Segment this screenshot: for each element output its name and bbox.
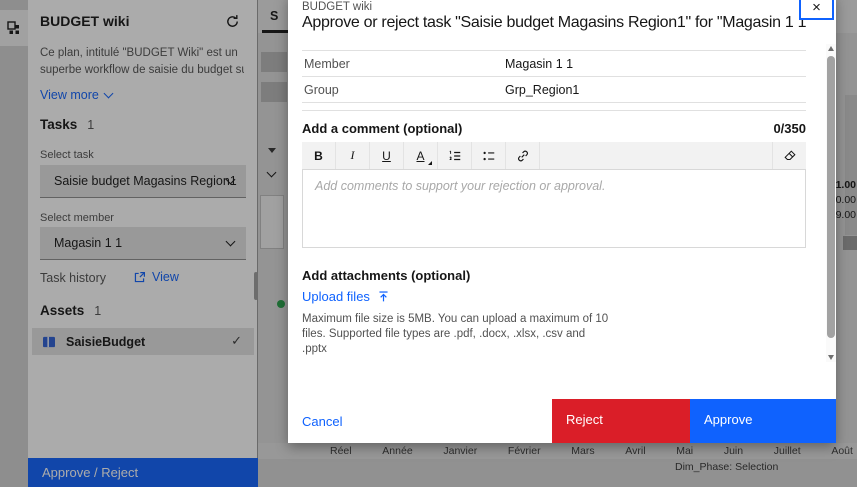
modal-footer: Cancel Reject Approve [288, 399, 836, 443]
attachments-heading: Add attachments (optional) [302, 268, 470, 283]
approve-button[interactable]: Approve [690, 399, 836, 443]
ordered-list-icon [448, 149, 462, 163]
comment-section-header: Add a comment (optional) 0/350 [302, 121, 806, 136]
modal-title: Approve or reject task "Saisie budget Ma… [302, 14, 807, 32]
richtext-toolbar: B I U A [302, 142, 806, 169]
approve-reject-modal: BUDGET wiki Approve or reject task "Sais… [288, 0, 836, 443]
dropdown-corner-icon [428, 161, 432, 165]
list-divider [302, 103, 806, 111]
task-detail-list: Member Magasin 1 1 Group Grp_Region1 [302, 50, 806, 111]
clear-formatting-icon [783, 149, 797, 163]
close-icon: × [812, 0, 821, 15]
comment-heading: Add a comment (optional) [302, 121, 462, 136]
scrollbar-thumb[interactable] [827, 56, 835, 338]
text-color-button[interactable]: A [404, 142, 438, 169]
scroll-up-arrow-icon[interactable] [828, 46, 834, 51]
cancel-link[interactable]: Cancel [288, 399, 342, 443]
group-value: Grp_Region1 [505, 83, 579, 97]
underline-button[interactable]: U [370, 142, 404, 169]
member-row: Member Magasin 1 1 [302, 51, 806, 77]
member-value: Magasin 1 1 [505, 57, 573, 71]
ordered-list-button[interactable] [438, 142, 472, 169]
group-label: Group [302, 83, 505, 97]
group-row: Group Grp_Region1 [302, 77, 806, 103]
char-counter: 0/350 [773, 121, 806, 136]
bullet-list-button[interactable] [472, 142, 506, 169]
scroll-down-arrow-icon[interactable] [828, 355, 834, 360]
modal-scrollbar[interactable] [826, 44, 836, 362]
bold-button[interactable]: B [302, 142, 336, 169]
upload-helper-text: Maximum file size is 5MB. You can upload… [302, 312, 642, 357]
close-button[interactable]: × [799, 0, 834, 20]
reject-button[interactable]: Reject [552, 399, 690, 443]
clear-formatting-button[interactable] [772, 142, 806, 169]
modal-context-label: BUDGET wiki [302, 1, 372, 13]
comment-input[interactable] [302, 169, 806, 248]
upload-files-link[interactable]: Upload files [302, 289, 390, 304]
member-label: Member [302, 57, 505, 71]
italic-button[interactable]: I [336, 142, 370, 169]
app-root: BUDGET wiki Ce plan, intitulé "BUDGET Wi… [0, 0, 857, 487]
upload-icon [377, 290, 390, 303]
insert-link-button[interactable] [506, 142, 540, 169]
bullet-list-icon [482, 149, 496, 163]
link-icon [516, 149, 530, 163]
